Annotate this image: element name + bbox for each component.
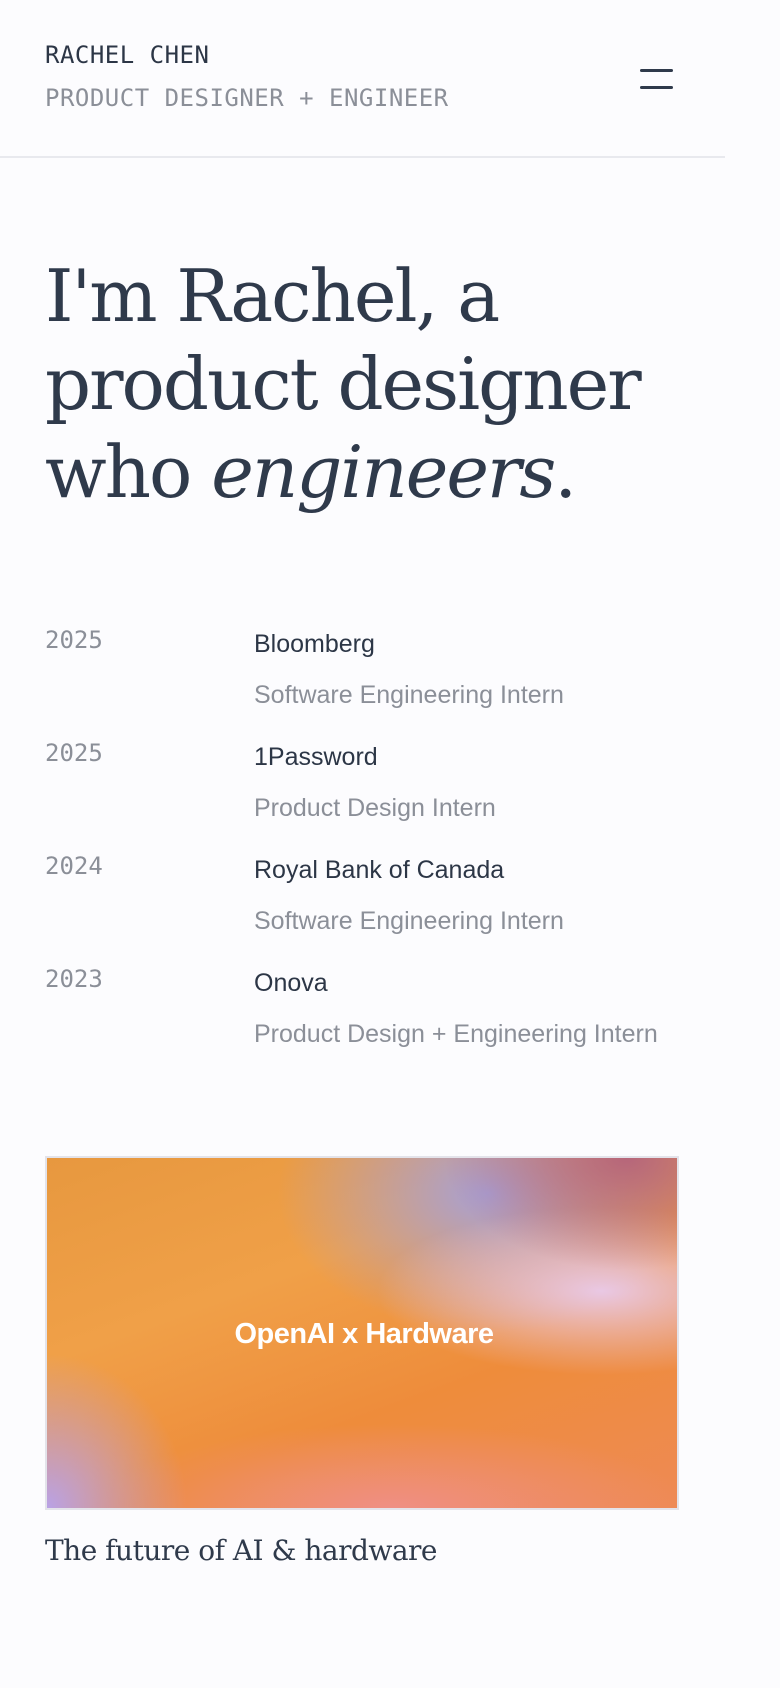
experience-year: 2024 <box>45 852 103 880</box>
hamburger-menu-button[interactable] <box>630 58 682 102</box>
experience-company: Onova <box>254 969 328 997</box>
experience-year: 2023 <box>45 965 103 993</box>
hamburger-menu-icon-bottom-bar <box>640 86 673 89</box>
project-card-title: OpenAI x Hardware <box>234 1318 494 1350</box>
experience-role: Software Engineering Intern <box>254 907 564 935</box>
experience-company: 1Password <box>254 743 378 771</box>
site-header: RACHEL CHEN PRODUCT DESIGNER + ENGINEER <box>0 0 725 158</box>
experience-company: Bloomberg <box>254 630 375 658</box>
site-owner-name[interactable]: RACHEL CHEN <box>45 40 209 70</box>
experience-role: Product Design + Engineering Intern <box>254 1020 658 1048</box>
hero-headline-emphasis: engineers <box>211 430 556 514</box>
experience-company: Royal Bank of Canada <box>254 856 505 884</box>
experience-year: 2025 <box>45 626 103 654</box>
site-owner-role: PRODUCT DESIGNER + ENGINEER <box>45 84 449 112</box>
experience-year: 2025 <box>45 739 103 767</box>
hamburger-menu-icon <box>640 69 673 72</box>
experience-role: Software Engineering Intern <box>254 681 564 709</box>
hero-headline: I'm Rachel, a product designer who engin… <box>45 252 705 516</box>
project-caption[interactable]: The future of AI & hardware <box>45 1533 438 1569</box>
project-card-openai-hardware[interactable]: OpenAI x Hardware <box>45 1156 679 1510</box>
experience-role: Product Design Intern <box>254 794 496 822</box>
hero-headline-period: . <box>554 430 577 514</box>
